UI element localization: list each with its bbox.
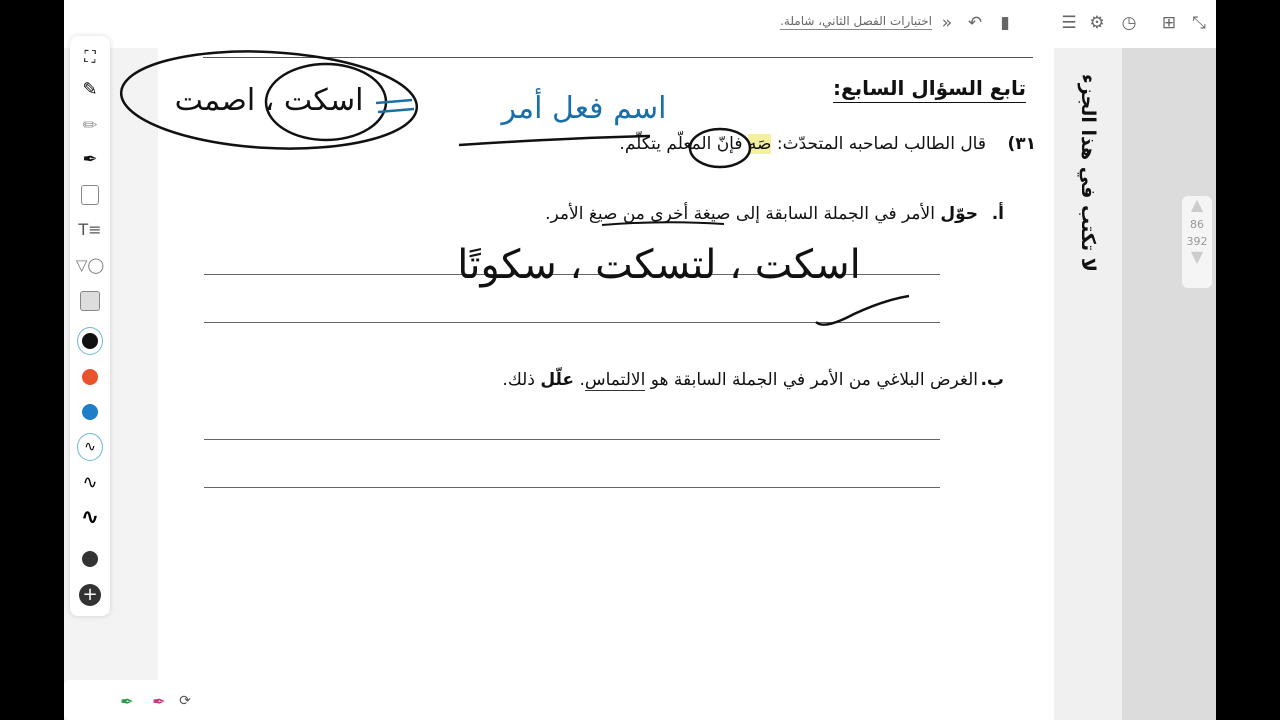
question-text-part: قال الطالب لصاحبه المتحدّث: — [771, 134, 986, 154]
page-top-rule — [203, 57, 1033, 58]
history-icon[interactable]: ◷ — [1118, 12, 1140, 34]
page-current: 86 — [1190, 218, 1204, 231]
answer-line — [204, 322, 940, 323]
part-b-text: الغرض البلاغي من الأمر في الجملة السابقة… — [502, 370, 978, 391]
dot-size-icon[interactable] — [77, 546, 103, 572]
add-tool-icon[interactable]: + — [77, 582, 103, 608]
part-a-label: أ. — [991, 204, 1004, 224]
answer-line — [204, 439, 940, 440]
part-a-text: حوّل الأمر في الجملة السابقة إلى صيغة أخ… — [545, 204, 978, 224]
color-orange-button[interactable] — [77, 364, 103, 390]
part-b-underlined: الالتماس — [584, 370, 646, 391]
sync-icon[interactable]: ⟳ — [172, 688, 198, 714]
pencil-icon[interactable]: ✏ — [77, 112, 103, 138]
page-up-icon[interactable]: ▲ — [1191, 196, 1203, 214]
drawing-toolbar: ⛶ ✎ ✏ ✒ T≡ ▽◯ ∿ ∿ ∿ + — [70, 36, 110, 616]
page-navigator[interactable]: ▲ 86 392 ▼ — [1182, 196, 1212, 288]
add-page-icon[interactable]: ⊞ — [1158, 12, 1180, 34]
document-page: تابع السؤال السابع: ٣١) قال الطالب لصاحب… — [158, 48, 1054, 720]
part-b-body: . — [574, 370, 585, 390]
shapes-icon[interactable]: ▽◯ — [76, 252, 104, 278]
pink-pen-icon[interactable]: ✒ — [146, 688, 172, 714]
part-b-body: الغرض البلاغي من الأمر في الجملة السابقة… — [645, 370, 978, 390]
color-black-button[interactable] — [77, 327, 103, 355]
part-b-verb: علّل — [540, 370, 575, 390]
bookmark-icon[interactable]: ▮ — [994, 12, 1016, 34]
lasso-select-icon[interactable] — [77, 288, 103, 314]
chevrons-icon[interactable]: » — [936, 12, 958, 34]
side-strip — [1122, 48, 1216, 720]
outline-icon[interactable]: ☰ — [1058, 12, 1080, 34]
collapse-icon[interactable]: ⛶ — [77, 44, 103, 70]
stroke-thin-icon[interactable]: ∿ — [77, 433, 103, 461]
undo-icon[interactable]: ↶ — [964, 12, 986, 34]
eraser-icon[interactable] — [77, 182, 103, 208]
fullscreen-icon[interactable]: ⤡ — [1188, 12, 1210, 34]
marker-icon[interactable]: ✒ — [77, 146, 103, 172]
text-tool-icon[interactable]: T≡ — [77, 216, 103, 242]
do-not-write-note: لا تكتب في هذا الجزء — [1077, 74, 1099, 272]
part-a-verb: حوّل — [940, 204, 978, 224]
bottom-tool-bar: ✒ ✒ ⟳ — [64, 680, 206, 720]
highlighted-word: صَه — [747, 134, 772, 154]
page-down-icon[interactable]: ▼ — [1191, 248, 1203, 266]
color-blue-button[interactable] — [77, 399, 103, 425]
stroke-thick-icon[interactable]: ∿ — [77, 504, 103, 530]
settings-icon[interactable]: ⚙ — [1086, 12, 1108, 34]
answer-line — [204, 487, 940, 488]
question-text-part: فإنّ المعلّم يتكلّم. — [619, 134, 748, 154]
answer-line — [204, 274, 940, 275]
app-screen: ⤡ ⊞ ◷ ⚙ ☰ ▮ ↶ » اختبارات الفصل الثاني، ش… — [64, 0, 1216, 720]
breadcrumb[interactable]: اختبارات الفصل الثاني، شاملة. — [780, 14, 932, 30]
question-text: قال الطالب لصاحبه المتحدّث: صَه فإنّ الم… — [619, 134, 986, 154]
part-b-body: ذلك. — [502, 370, 541, 390]
part-a-body: الأمر في الجملة السابقة إلى صيغة أخرى من… — [545, 204, 941, 224]
question-number: ٣١) — [1007, 134, 1036, 154]
green-pen-icon[interactable]: ✒ — [114, 688, 140, 714]
part-b-label: ب. — [980, 370, 1004, 390]
top-bar: ⤡ ⊞ ◷ ⚙ ☰ ▮ ↶ » اختبارات الفصل الثاني، ش… — [64, 0, 1216, 48]
stroke-medium-icon[interactable]: ∿ — [77, 469, 103, 495]
pen-icon[interactable]: ✎ — [77, 76, 103, 102]
section-heading: تابع السؤال السابع: — [833, 76, 1026, 103]
